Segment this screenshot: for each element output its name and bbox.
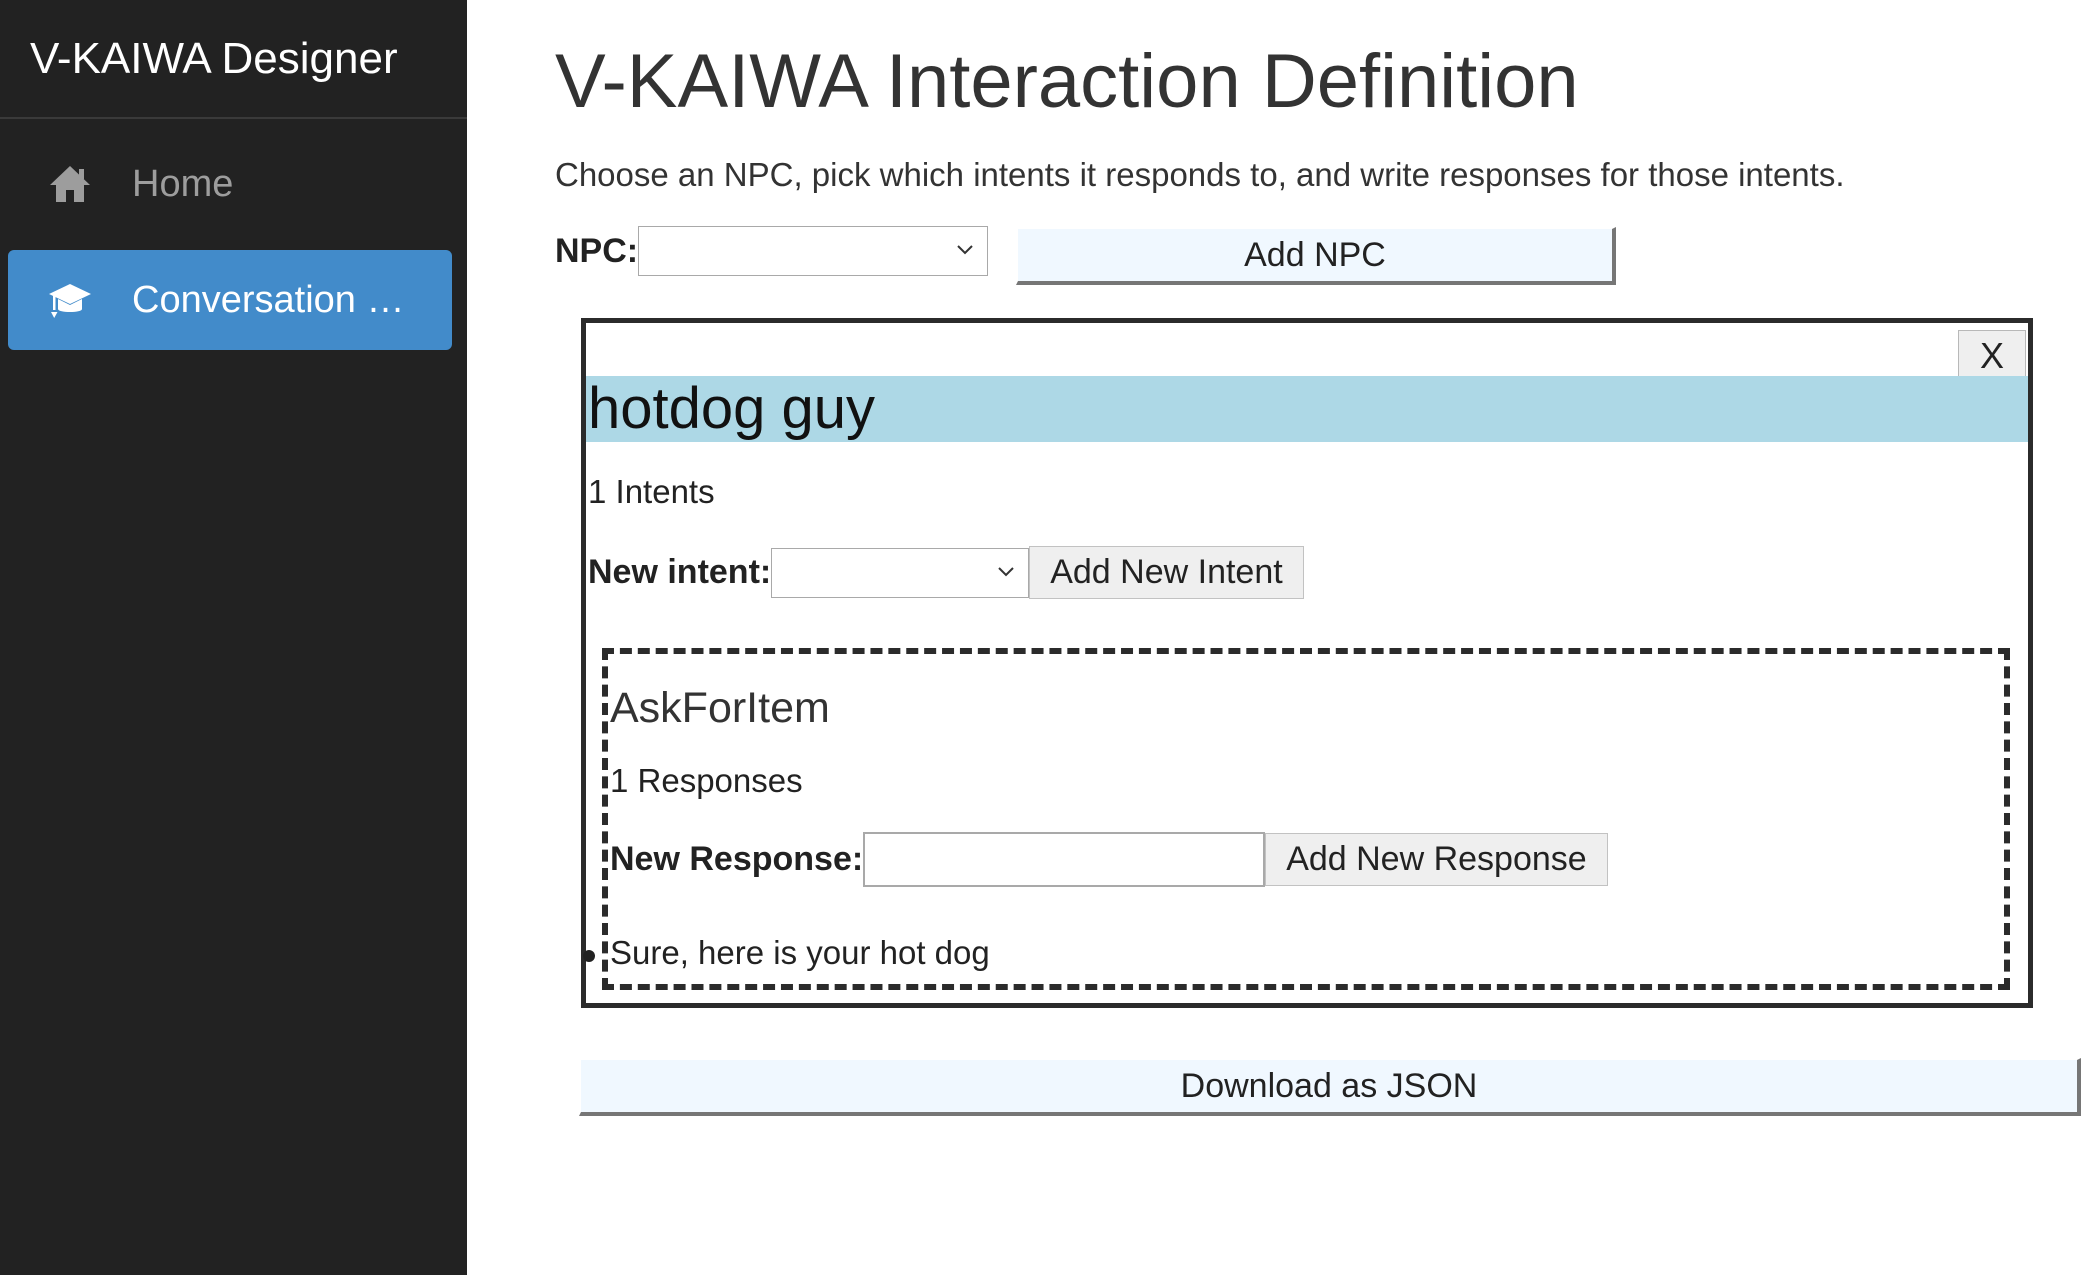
- response-count: 1 Responses: [610, 762, 803, 799]
- sidebar-item-home[interactable]: Home: [8, 134, 452, 234]
- home-icon: [44, 162, 96, 206]
- npc-card: X hotdog guy 1 Intents New intent: Add N…: [581, 318, 2033, 1008]
- page-subtitle: Choose an NPC, pick which intents it res…: [555, 156, 1845, 193]
- npc-name: hotdog guy: [586, 376, 2028, 442]
- new-response-row: New Response: Add New Response: [610, 832, 1608, 887]
- chevron-down-icon: [955, 239, 975, 264]
- new-intent-label: New intent:: [588, 553, 772, 591]
- add-new-intent-button[interactable]: Add New Intent: [1029, 546, 1304, 599]
- sidebar: V-KAIWA Designer Home Conversation …: [0, 0, 467, 1275]
- sidebar-item-label: Home: [132, 162, 234, 205]
- response-list: Sure, here is your hot dog: [583, 934, 990, 972]
- page-title: V-KAIWA Interaction Definition: [555, 39, 1579, 124]
- new-response-input[interactable]: [863, 832, 1266, 887]
- npc-label: NPC:: [555, 231, 639, 270]
- sidebar-item-label: Conversation …: [132, 278, 405, 321]
- chevron-down-icon: [996, 561, 1016, 586]
- add-npc-button[interactable]: Add NPC: [1016, 227, 1616, 285]
- graduation-cap-icon: [44, 278, 96, 322]
- add-new-response-button[interactable]: Add New Response: [1265, 833, 1608, 886]
- list-item: Sure, here is your hot dog: [583, 934, 990, 971]
- intent-count: 1 Intents: [588, 473, 715, 510]
- brand-title[interactable]: V-KAIWA Designer: [0, 0, 467, 119]
- intent-card: AskForItem 1 Responses New Response: Add…: [583, 648, 2010, 990]
- sidebar-item-conversation[interactable]: Conversation …: [8, 250, 452, 350]
- new-response-label: New Response:: [610, 840, 864, 878]
- npc-selector-row: NPC:: [555, 226, 989, 276]
- new-intent-row: New intent: Add New Intent: [588, 546, 1304, 599]
- new-intent-select[interactable]: [771, 547, 1030, 598]
- npc-select[interactable]: [638, 226, 989, 276]
- download-json-button[interactable]: Download as JSON: [579, 1058, 2081, 1116]
- close-npc-button[interactable]: X: [1958, 330, 2026, 382]
- intent-name: AskForItem: [610, 684, 830, 732]
